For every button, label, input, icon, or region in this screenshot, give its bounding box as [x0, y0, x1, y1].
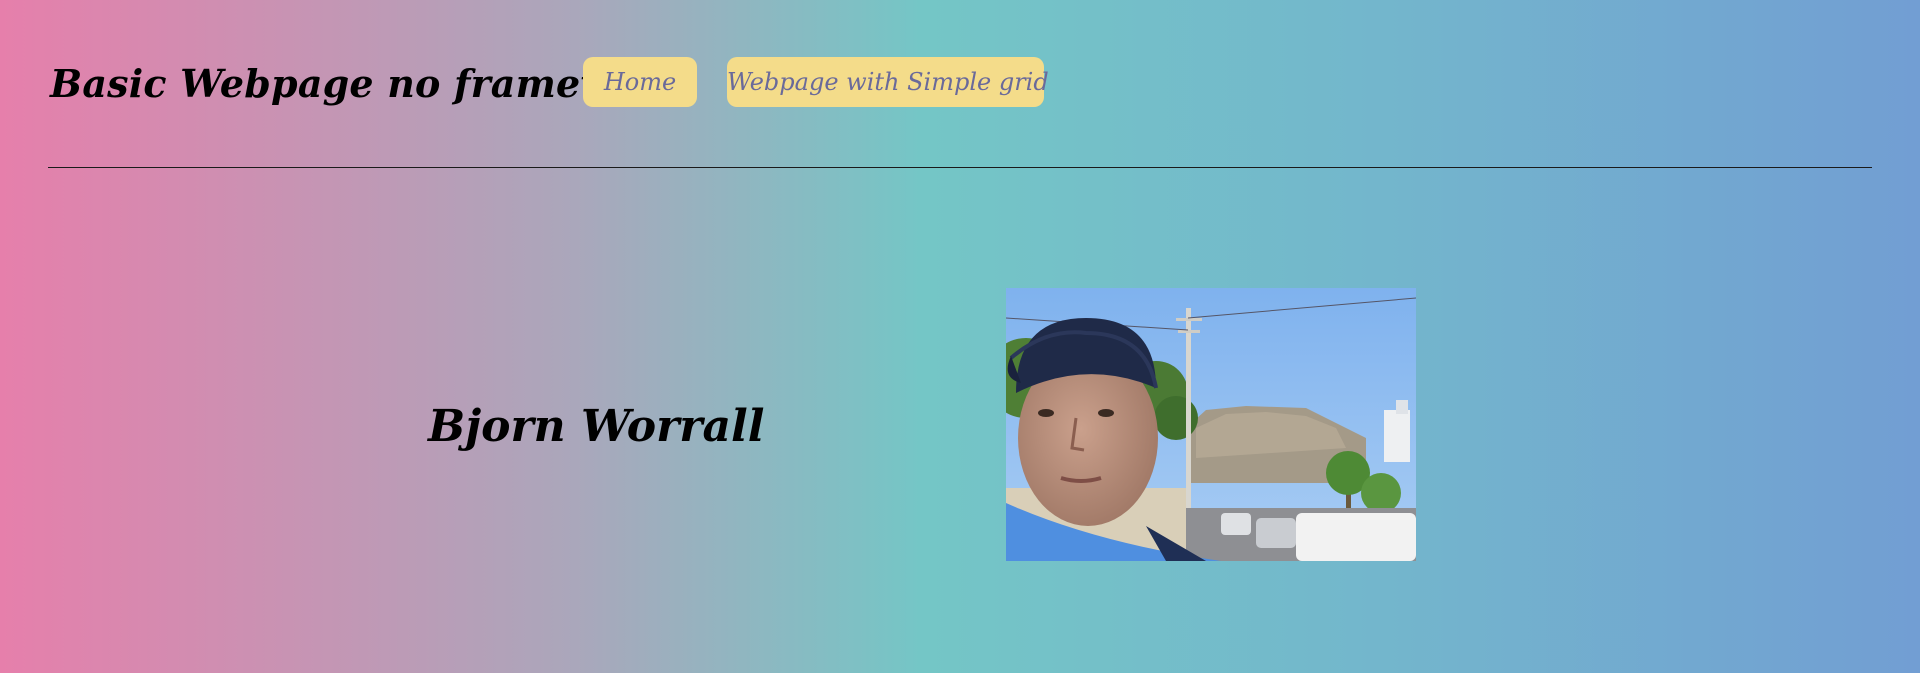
portrait-photo — [1006, 288, 1416, 561]
header-divider — [48, 167, 1872, 168]
person-name: Bjorn Worrall — [428, 401, 765, 452]
nav-simple-grid-button[interactable]: Webpage with Simple grid — [727, 57, 1049, 107]
nav-home-button[interactable]: Home — [583, 57, 697, 107]
site-header: Basic Webpage no framework Home Webpage … — [0, 0, 1920, 168]
portrait-photo-image — [1006, 288, 1416, 561]
